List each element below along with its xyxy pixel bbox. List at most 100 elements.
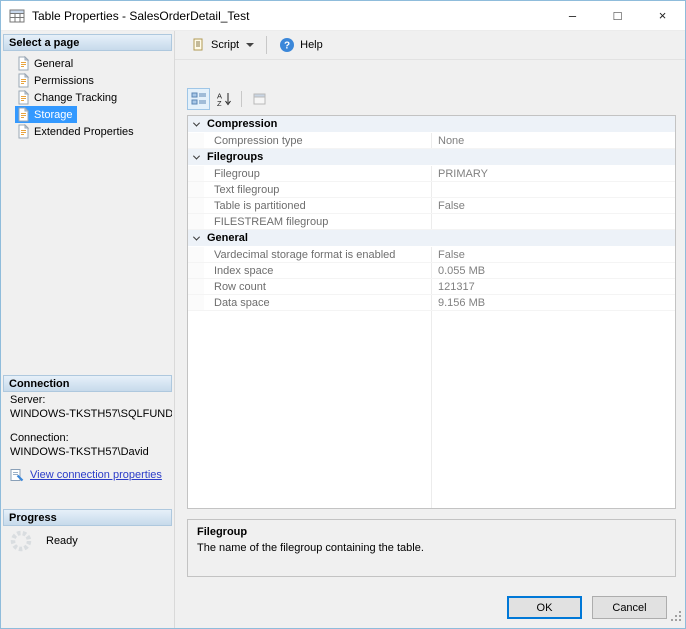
progress-status-text: Ready (46, 535, 78, 547)
property-value[interactable]: 121317 (432, 279, 675, 294)
chevron-down-icon[interactable] (188, 119, 205, 127)
page-icon (16, 73, 30, 88)
sidebar: Select a page General Permissions Change… (1, 31, 175, 628)
help-icon: ? (279, 37, 295, 53)
page-tree: General Permissions Change Tracking Stor… (15, 55, 172, 140)
progress-status-row: Ready (9, 529, 78, 553)
row-gutter (188, 279, 204, 294)
property-row[interactable]: Text filegroup (188, 182, 675, 198)
property-name: FILESTREAM filegroup (204, 214, 432, 229)
property-value[interactable] (432, 182, 675, 197)
toolbar-separator (241, 91, 242, 107)
property-value[interactable]: 0.055 MB (432, 263, 675, 278)
alphabetical-sort-icon[interactable]: A Z (212, 88, 235, 110)
property-value[interactable]: False (432, 198, 675, 213)
property-row[interactable]: Index space 0.055 MB (188, 263, 675, 279)
sidebar-item-permissions[interactable]: Permissions (15, 72, 172, 89)
sidebar-item-general[interactable]: General (15, 55, 172, 72)
page-icon (16, 90, 30, 105)
property-name: Vardecimal storage format is enabled (204, 247, 432, 262)
titlebar: Table Properties - SalesOrderDetail_Test… (1, 1, 685, 31)
help-button-label: Help (300, 39, 323, 51)
sidebar-item-label: Extended Properties (34, 125, 134, 138)
property-value[interactable]: False (432, 247, 675, 262)
page-icon (16, 107, 30, 122)
dialog-footer: OK Cancel (507, 596, 667, 619)
table-properties-dialog: Table Properties - SalesOrderDetail_Test… (0, 0, 686, 629)
description-title: Filegroup (197, 526, 248, 538)
property-row[interactable]: Vardecimal storage format is enabled Fal… (188, 247, 675, 263)
property-value[interactable]: 9.156 MB (432, 295, 675, 310)
property-value[interactable] (432, 214, 675, 229)
minimize-button[interactable]: – (550, 1, 595, 30)
property-row[interactable]: Table is partitioned False (188, 198, 675, 214)
main-pane: Script ? Help A Z Compression Compressio… (175, 31, 685, 628)
window-controls: – □ × (550, 1, 685, 30)
category-row-filegroups[interactable]: Filegroups (188, 149, 675, 166)
sidebar-item-storage[interactable]: Storage (15, 106, 172, 123)
row-gutter (188, 214, 204, 229)
sidebar-item-change-tracking[interactable]: Change Tracking (15, 89, 172, 106)
cancel-button[interactable]: Cancel (592, 596, 667, 619)
progress-spinner-icon (9, 529, 33, 553)
sidebar-item-label: Change Tracking (34, 91, 118, 104)
connection-info: Server: WINDOWS-TKSTH57\SQLFUND Connecti… (10, 393, 172, 482)
property-row[interactable]: Compression type None (188, 133, 675, 149)
progress-header: Progress (3, 509, 172, 526)
table-icon (9, 8, 25, 24)
page-icon (16, 56, 30, 71)
row-gutter (188, 182, 204, 197)
property-name: Table is partitioned (204, 198, 432, 213)
row-gutter (188, 295, 204, 310)
sidebar-item-label: General (34, 57, 74, 70)
view-connection-properties-link[interactable]: View connection properties (30, 468, 162, 482)
toolbar-separator (266, 36, 268, 54)
script-button-label: Script (211, 39, 240, 51)
category-row-compression[interactable]: Compression (188, 116, 675, 133)
resize-grip[interactable] (670, 610, 683, 626)
category-name: Filegroups (207, 151, 264, 163)
svg-text:Z: Z (217, 99, 222, 107)
property-row[interactable]: Row count 121317 (188, 279, 675, 295)
property-value[interactable]: None (432, 133, 675, 148)
category-name: General (207, 232, 248, 244)
server-value: WINDOWS-TKSTH57\SQLFUND (10, 408, 172, 420)
category-row-general[interactable]: General (188, 230, 675, 247)
property-name: Filegroup (204, 166, 432, 181)
view-connection-properties[interactable]: View connection properties (10, 468, 172, 482)
close-button[interactable]: × (640, 1, 685, 30)
property-row[interactable]: FILESTREAM filegroup (188, 214, 675, 230)
property-grid-toolbar: A Z (187, 87, 271, 111)
connection-header: Connection (3, 375, 172, 392)
dialog-body: Select a page General Permissions Change… (1, 31, 685, 628)
property-value[interactable]: PRIMARY (432, 166, 675, 181)
select-a-page-header: Select a page (3, 34, 172, 51)
page-icon (16, 124, 30, 139)
chevron-down-icon (246, 43, 255, 47)
property-row[interactable]: Filegroup PRIMARY (188, 166, 675, 182)
sidebar-item-extended-properties[interactable]: Extended Properties (15, 123, 172, 140)
sidebar-item-label: Storage (34, 108, 73, 121)
ok-button[interactable]: OK (507, 596, 582, 619)
maximize-button[interactable]: □ (595, 1, 640, 30)
categorized-view-icon[interactable] (187, 88, 210, 110)
row-gutter (188, 166, 204, 181)
help-button[interactable]: ? Help (272, 33, 330, 57)
description-text: The name of the filegroup containing the… (197, 542, 424, 554)
svg-text:?: ? (284, 41, 290, 52)
property-row[interactable]: Data space 9.156 MB (188, 295, 675, 311)
script-file-icon (190, 37, 206, 53)
category-name: Compression (207, 118, 278, 130)
property-name: Index space (204, 263, 432, 278)
row-gutter (188, 133, 204, 148)
property-name: Text filegroup (204, 182, 432, 197)
chevron-down-icon[interactable] (188, 233, 205, 241)
window-title: Table Properties - SalesOrderDetail_Test (32, 8, 250, 23)
main-toolbar: Script ? Help (175, 31, 685, 60)
connection-value: WINDOWS-TKSTH57\David (10, 446, 149, 458)
server-label: Server: (10, 394, 46, 406)
property-name: Row count (204, 279, 432, 294)
script-button[interactable]: Script (183, 33, 261, 57)
chevron-down-icon[interactable] (188, 152, 205, 160)
property-description-panel: Filegroup The name of the filegroup cont… (187, 519, 676, 577)
